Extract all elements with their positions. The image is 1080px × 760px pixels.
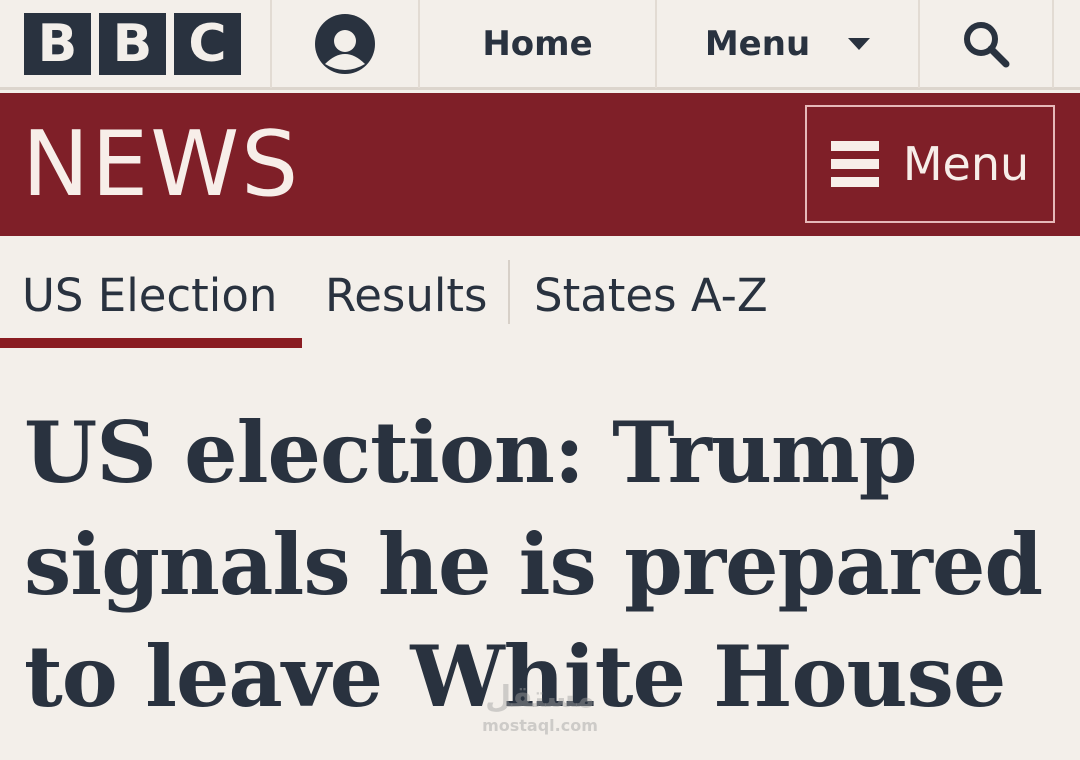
home-link[interactable]: Home bbox=[420, 0, 657, 88]
search-button[interactable] bbox=[920, 0, 1054, 88]
section-tab-states-a-z[interactable]: States A-Z bbox=[534, 266, 768, 326]
news-title[interactable]: NEWS bbox=[22, 115, 300, 215]
bbc-logo-letter: C bbox=[174, 13, 241, 75]
watermark: مستقل mostaql.com bbox=[440, 680, 640, 736]
bbc-logo-letter: B bbox=[99, 13, 166, 75]
home-label: Home bbox=[482, 24, 593, 64]
news-menu-button[interactable]: Menu bbox=[805, 105, 1055, 223]
top-menu-button[interactable]: Menu bbox=[657, 0, 920, 88]
section-tab-results[interactable]: Results bbox=[325, 266, 488, 326]
bbc-logo[interactable]: B B C bbox=[0, 0, 272, 88]
account-button[interactable] bbox=[272, 0, 420, 88]
top-menu-label: Menu bbox=[704, 24, 811, 64]
chevron-down-icon bbox=[848, 38, 871, 50]
watermark-arabic: مستقل bbox=[485, 680, 595, 715]
bbc-logo-letter: B bbox=[24, 13, 91, 75]
section-tab-us-election[interactable]: US Election bbox=[22, 266, 277, 326]
section-nav: US Election Results States A-Z bbox=[0, 236, 1080, 352]
bbc-top-bar: B B C Home Menu bbox=[0, 0, 1080, 90]
news-menu-label: Menu bbox=[902, 137, 1030, 191]
active-tab-underline bbox=[0, 338, 302, 348]
watermark-latin: mostaql.com bbox=[482, 716, 598, 735]
hamburger-icon bbox=[830, 141, 879, 187]
section-nav-divider bbox=[508, 260, 510, 324]
news-banner: NEWS Menu bbox=[0, 93, 1080, 236]
account-icon bbox=[315, 14, 375, 74]
search-icon bbox=[964, 22, 1010, 68]
top-bar-spacer bbox=[1054, 0, 1080, 88]
